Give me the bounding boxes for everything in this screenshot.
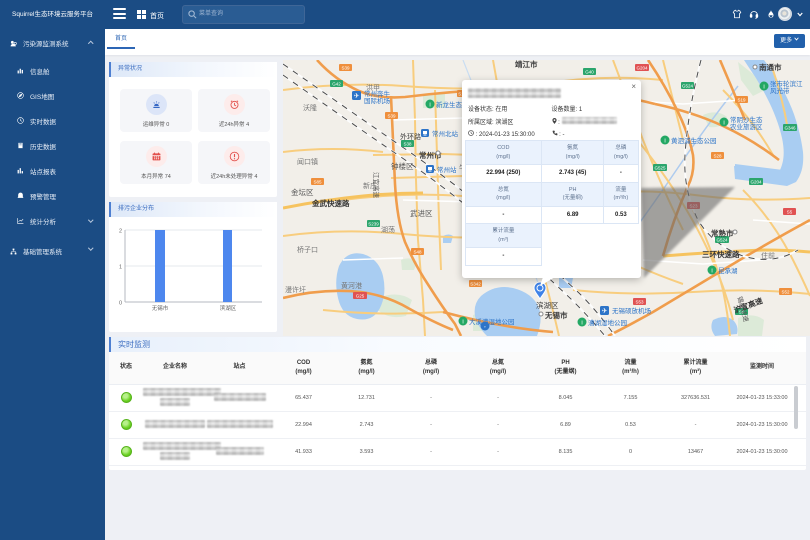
svg-text:沃隆: 沃隆 [303, 103, 317, 112]
svg-text:S48: S48 [413, 250, 422, 255]
svg-text:洪甲: 洪甲 [366, 83, 380, 92]
svg-text:S28: S28 [713, 154, 722, 159]
svg-text:i: i [664, 139, 665, 145]
svg-text:武进区: 武进区 [410, 208, 433, 218]
svg-text:S39: S39 [341, 66, 350, 71]
svg-text:S239: S239 [368, 222, 379, 227]
svg-text:常熟市: 常熟市 [711, 228, 734, 238]
svg-text:金坛区: 金坛区 [291, 187, 314, 197]
svg-text:张市轮滨江: 张市轮滨江 [770, 79, 803, 88]
svg-text:大溪港湿地公园: 大溪港湿地公园 [469, 317, 515, 326]
svg-text:农业旅游区: 农业旅游区 [730, 122, 763, 131]
svg-text:S52: S52 [781, 290, 790, 295]
svg-text:桥子口: 桥子口 [297, 245, 318, 254]
svg-text:G204: G204 [750, 180, 762, 185]
svg-text:i: i [581, 321, 582, 327]
svg-text:江宜高速: 江宜高速 [372, 172, 381, 199]
svg-text:G346: G346 [784, 126, 796, 131]
svg-text:常州北站: 常州北站 [432, 129, 459, 138]
svg-text:湖荡: 湖荡 [381, 225, 395, 234]
svg-text:i: i [711, 269, 712, 275]
svg-text:黄河港: 黄河港 [341, 281, 362, 290]
svg-text:G40: G40 [585, 70, 594, 75]
svg-text:S23: S23 [689, 204, 698, 209]
svg-text:昆承湖: 昆承湖 [718, 266, 738, 275]
svg-text:S342: S342 [470, 282, 481, 287]
svg-text:i: i [763, 85, 764, 91]
svg-text:金武快速路: 金武快速路 [311, 198, 350, 208]
svg-text:S38: S38 [403, 142, 412, 147]
svg-text:滨湖区: 滨湖区 [536, 300, 559, 310]
svg-text:i: i [723, 121, 724, 127]
svg-text:南通市: 南通市 [759, 62, 782, 72]
svg-text:S19: S19 [737, 98, 746, 103]
svg-text:无锡市: 无锡市 [152, 304, 169, 312]
svg-text:外环路: 外环路 [400, 132, 421, 141]
svg-text:漫许圩: 漫许圩 [285, 285, 306, 294]
svg-text:0: 0 [119, 301, 122, 307]
svg-text:✈: ✈ [354, 93, 360, 100]
svg-text:2: 2 [119, 229, 122, 235]
svg-text:闻口镇: 闻口镇 [297, 157, 318, 166]
svg-text:i: i [429, 103, 430, 109]
svg-text:1: 1 [119, 265, 122, 271]
svg-text:黄泗浦生态公园: 黄泗浦生态公园 [671, 136, 717, 145]
svg-text:三环快速路: 三环快速路 [702, 249, 740, 259]
svg-text:i: i [462, 320, 463, 326]
svg-text:✈: ✈ [602, 308, 608, 315]
svg-text:漕湖湿地公园: 漕湖湿地公园 [588, 318, 627, 327]
svg-text:S85: S85 [313, 180, 322, 185]
svg-text:G525: G525 [654, 166, 666, 171]
svg-text:国际机场: 国际机场 [364, 96, 391, 105]
svg-text:无锡硕放机场: 无锡硕放机场 [612, 306, 652, 315]
svg-text:风光带: 风光带 [770, 86, 790, 95]
svg-text:◦: ◦ [484, 325, 486, 331]
svg-text:G25: G25 [356, 294, 365, 299]
svg-text:靖江市: 靖江市 [515, 60, 538, 69]
svg-text:G42: G42 [332, 82, 341, 87]
svg-text:无锡市: 无锡市 [544, 310, 568, 320]
svg-text:G204: G204 [636, 66, 648, 71]
svg-text:常州站: 常州站 [437, 165, 457, 174]
svg-text:滨湖区: 滨湖区 [220, 304, 237, 312]
svg-text:G524: G524 [682, 84, 694, 89]
svg-text:住前: 住前 [761, 251, 775, 260]
svg-text:G524: G524 [716, 238, 728, 243]
svg-text:常阴沙生态: 常阴沙生态 [730, 115, 763, 124]
svg-text:S5: S5 [787, 210, 793, 215]
svg-text:钟楼区: 钟楼区 [391, 161, 414, 171]
svg-text:S39: S39 [387, 114, 396, 119]
svg-text:S53: S53 [635, 300, 644, 305]
